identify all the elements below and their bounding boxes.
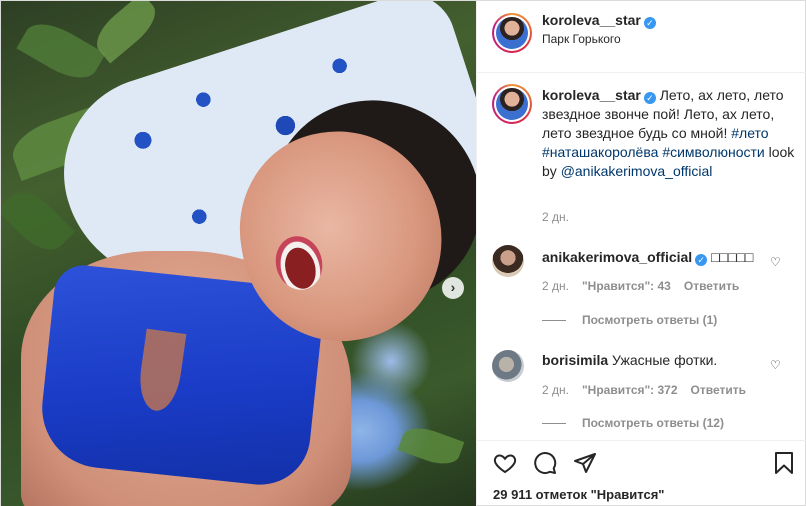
reply-button[interactable]: Ответить [684,279,739,293]
comment-username[interactable]: anikakerimova_official [542,249,692,265]
comment-meta: 2 дн. "Нравится": 372 Ответить [542,383,759,397]
comment-time[interactable]: 2 дн. [542,383,569,397]
commenter-avatar[interactable] [492,245,524,277]
post-header: koroleva__star ✓ Парк Горького [477,1,806,73]
heart-icon[interactable] [493,451,517,475]
verified-badge-icon: ✓ [695,254,708,266]
author-name-row: koroleva__star ✓ [542,12,656,29]
hashtag-link[interactable]: #наташакоролёва [542,144,658,160]
author-avatar[interactable] [492,13,532,53]
verified-badge-icon: ✓ [643,92,656,104]
hashtag-link[interactable]: #лето [731,125,768,141]
view-replies-button[interactable]: Посмотреть ответы (12) [542,416,724,430]
comment: borisimila Ужасные фотки. [542,351,762,369]
comment-username[interactable]: borisimila [542,352,608,368]
location-link[interactable]: Парк Горького [542,32,621,46]
comment-likes[interactable]: "Нравится": 372 [582,383,678,397]
comment-icon[interactable] [533,451,557,475]
caption-username[interactable]: koroleva__star [542,87,641,103]
foliage [397,421,465,471]
caption-time[interactable]: 2 дн. [542,210,569,224]
author-username[interactable]: koroleva__star [542,12,641,28]
view-replies-button[interactable]: Посмотреть ответы (1) [542,313,717,327]
foliage [16,13,106,89]
comment-likes[interactable]: "Нравится": 43 [582,279,671,293]
comment-time[interactable]: 2 дн. [542,279,569,293]
verified-badge-icon: ✓ [643,17,656,29]
comment-meta: 2 дн. "Нравится": 43 Ответить [542,279,752,293]
caption-avatar[interactable] [492,84,532,124]
next-arrow-icon[interactable]: › [442,277,464,299]
comment-text: □□□□□ [711,249,754,265]
mention-link[interactable]: @anikakerimova_official [561,163,713,179]
share-icon[interactable] [573,451,597,475]
post-actions: 29 911 отметок "Нравится" [477,440,806,506]
foliage [1,182,75,260]
post-photo[interactable]: › [1,1,476,506]
comment-text: Ужасные фотки. [612,352,718,368]
reply-button[interactable]: Ответить [691,383,746,397]
comment-like-heart-icon[interactable]: ♡ [770,358,782,372]
post-sidebar: koroleva__star ✓ Парк Горького koroleva__… [476,1,806,506]
comments-section: koroleva__star ✓ Лето, ах лето, лето звез… [477,74,806,440]
instagram-post: › koroleva__star ✓ Парк Горького koroleva… [0,0,806,506]
comment-like-heart-icon[interactable]: ♡ [770,255,782,269]
hashtag-link[interactable]: #символюности [662,144,764,160]
caption: koroleva__star ✓ Лето, ах лето, лето звез… [542,86,797,181]
comment: anikakerimova_official ✓ □□□□□ [542,248,762,266]
bookmark-icon[interactable] [772,451,796,475]
likes-count[interactable]: 29 911 отметок "Нравится" [493,487,664,502]
commenter-avatar[interactable] [492,350,524,382]
